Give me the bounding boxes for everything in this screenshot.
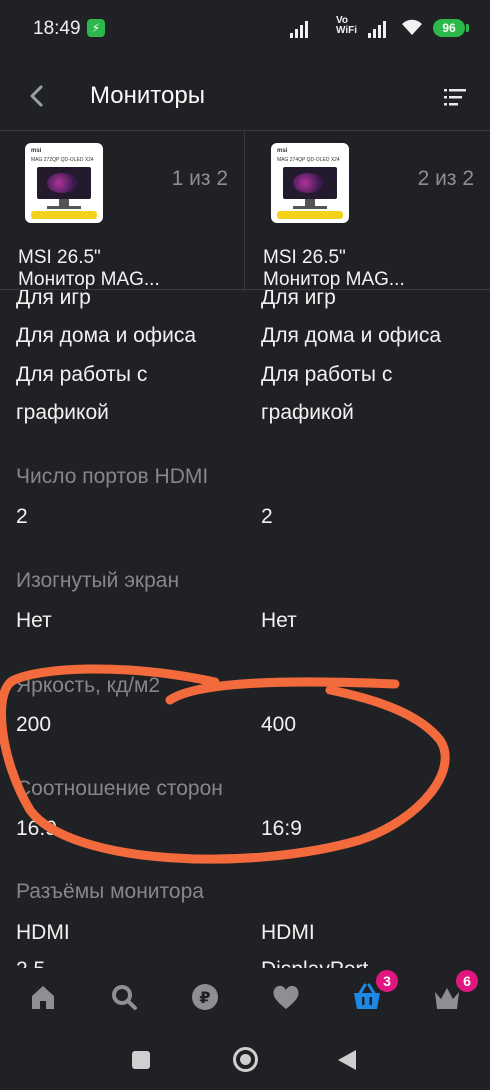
- spec-value: 2: [16, 505, 28, 528]
- product-card[interactable]: msi MAG 272QP QD-OLED X24 1 из 2 MSI 26.…: [0, 131, 245, 291]
- status-bar: 18:49 ⚡ Vo WiFi 96: [0, 0, 490, 58]
- page-title: Мониторы: [90, 82, 205, 109]
- spec-value: Для работы с: [16, 363, 148, 386]
- battery-level: 96: [433, 19, 465, 37]
- product-counter: 1 из 2: [171, 167, 228, 190]
- promo-banner: [277, 211, 343, 219]
- promo-banner: [31, 211, 97, 219]
- spec-value: HDMI: [16, 921, 70, 944]
- profile-tab[interactable]: 6: [432, 970, 478, 1012]
- spec-value: Для дома и офиса: [16, 324, 196, 347]
- spec-value: Для игр: [261, 290, 336, 309]
- svg-text:₽: ₽: [199, 988, 210, 1007]
- spec-value: 16:9: [261, 817, 302, 840]
- cart-tab[interactable]: 3: [352, 970, 398, 1012]
- spec-value: Нет: [16, 609, 52, 632]
- bottom-navigation: ₽ 3 6: [0, 968, 490, 1030]
- spec-value: Для игр: [16, 290, 91, 309]
- product-thumbnail[interactable]: msi MAG 274QP QD-OLED X24: [271, 143, 349, 223]
- msi-logo: msi: [277, 148, 288, 154]
- charging-icon: ⚡: [87, 19, 105, 37]
- home-icon[interactable]: [28, 982, 58, 1012]
- product-counter: 2 из 2: [417, 167, 474, 190]
- spec-value: графикой: [16, 401, 109, 424]
- spec-value: Для дома и офиса: [261, 324, 441, 347]
- spec-label: Яркость, кд/м2: [16, 674, 161, 697]
- spec-label: Число портов HDMI: [16, 465, 209, 488]
- spec-value: 2.5...: [16, 958, 63, 968]
- product-card[interactable]: msi MAG 274QP QD-OLED X24 2 из 2 MSI 26.…: [245, 131, 490, 291]
- msi-logo: msi: [31, 148, 42, 154]
- monitor-image: [37, 167, 91, 199]
- monitor-image: [283, 167, 337, 199]
- spec-value: 200: [16, 713, 52, 736]
- spec-value: 2: [261, 505, 273, 528]
- product-name[interactable]: MSI 26.5" Монитор MAG...: [18, 247, 238, 291]
- heart-icon[interactable]: [271, 982, 301, 1012]
- product-name[interactable]: MSI 26.5" Монитор MAG...: [263, 247, 483, 291]
- ruble-icon[interactable]: ₽: [190, 982, 220, 1012]
- status-indicators: Vo WiFi 96: [290, 14, 490, 42]
- sort-list-icon[interactable]: [444, 86, 466, 108]
- spec-value: Для работы с: [261, 363, 393, 386]
- spec-table[interactable]: Для игр Для игр Для дома и офиса Для дом…: [0, 290, 490, 968]
- wifi-icon: [402, 19, 422, 35]
- spec-value: 400: [261, 713, 297, 736]
- spec-label: Соотношение сторон: [16, 777, 223, 800]
- spec-value: графикой: [261, 401, 354, 424]
- system-navigation-bar: [0, 1030, 490, 1090]
- spec-label: Разъёмы монитора: [16, 880, 204, 903]
- search-icon[interactable]: [109, 982, 139, 1012]
- app-header: Мониторы: [0, 62, 490, 132]
- vowifi-label: Vo WiFi: [336, 15, 358, 36]
- battery-icon: [466, 24, 469, 32]
- profile-badge: 6: [456, 970, 478, 992]
- status-time: 18:49: [33, 18, 81, 39]
- thumbnail-model: MAG 272QP QD-OLED X24: [31, 157, 94, 163]
- thumbnail-model: MAG 274QP QD-OLED X24: [277, 157, 340, 163]
- back-button[interactable]: [22, 81, 52, 111]
- compared-products: msi MAG 272QP QD-OLED X24 1 из 2 MSI 26.…: [0, 130, 490, 291]
- recent-apps-button[interactable]: [132, 1051, 150, 1069]
- system-home-button[interactable]: [233, 1047, 258, 1072]
- system-back-button[interactable]: [338, 1050, 356, 1070]
- product-thumbnail[interactable]: msi MAG 272QP QD-OLED X24: [25, 143, 103, 223]
- spec-value: DisplayPort: [261, 958, 368, 968]
- spec-value: HDMI: [261, 921, 315, 944]
- spec-value: Нет: [261, 609, 297, 632]
- spec-label: Изогнутый экран: [16, 569, 180, 592]
- spec-value: 16:9: [16, 817, 57, 840]
- cart-badge: 3: [376, 970, 398, 992]
